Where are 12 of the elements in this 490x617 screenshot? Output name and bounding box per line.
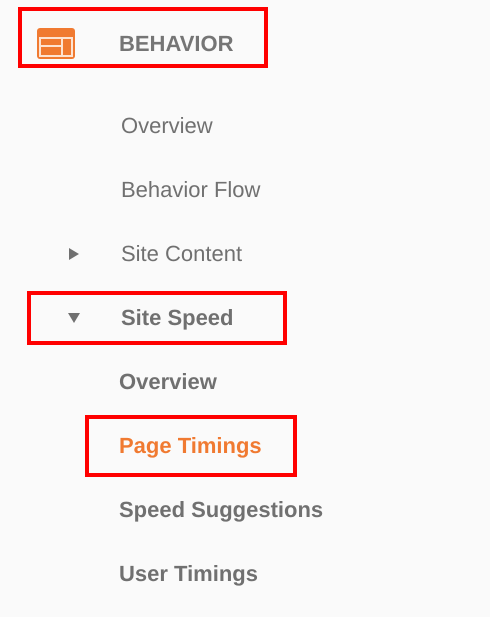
- nav-item[interactable]: Site Content: [121, 241, 242, 267]
- nav-item[interactable]: User Timings: [119, 561, 258, 587]
- section-title[interactable]: BEHAVIOR: [119, 30, 234, 56]
- layout-icon: [37, 28, 75, 59]
- nav-item[interactable]: Speed Suggestions: [119, 497, 324, 523]
- nav-item[interactable]: Behavior Flow: [121, 177, 260, 203]
- nav-item[interactable]: Overview: [119, 369, 217, 395]
- caret-down-icon[interactable]: [68, 312, 80, 324]
- caret-right-icon[interactable]: [68, 248, 80, 260]
- nav-item[interactable]: Page Timings: [119, 433, 262, 459]
- nav-item[interactable]: Overview: [121, 113, 213, 139]
- nav-item[interactable]: Site Speed: [121, 305, 234, 331]
